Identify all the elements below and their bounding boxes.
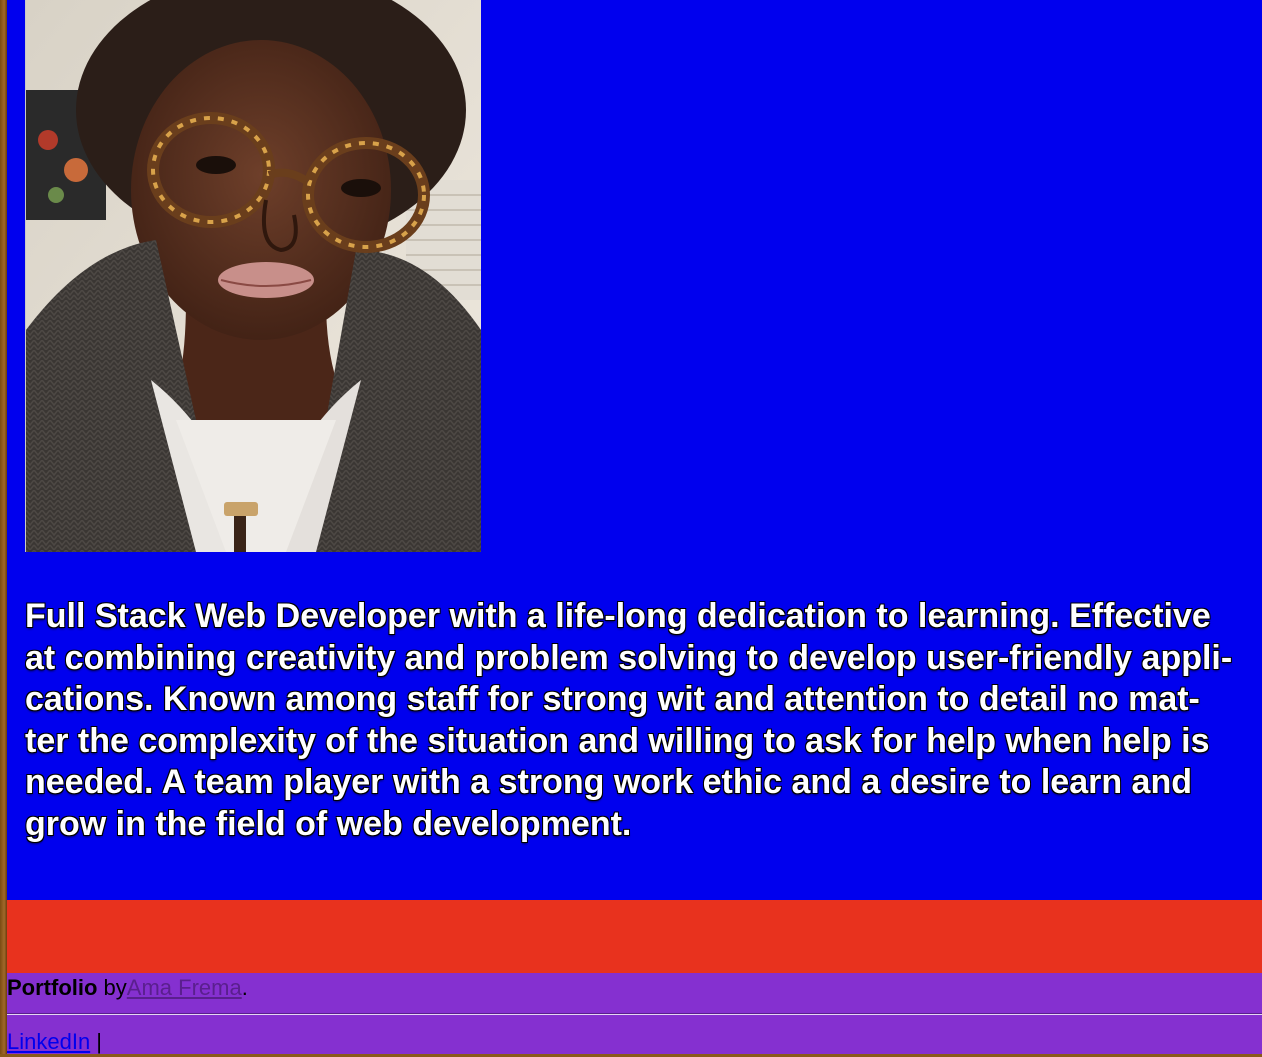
page: Full Stack Web Developer with a life-lon… — [7, 0, 1262, 1054]
footer-brand: Portfolio — [7, 975, 98, 1000]
window-left-edge — [0, 0, 7, 1054]
bio-text: Full Stack Web Developer with a life-lon… — [25, 597, 1233, 843]
red-band — [7, 900, 1262, 973]
profile-photo — [25, 0, 481, 552]
footer-by-text: by — [97, 975, 127, 1000]
footer-links: LinkedIn | — [7, 1027, 102, 1057]
footer-credit: Portfolio byAma Frema. — [7, 973, 248, 1013]
linkedin-link[interactable]: LinkedIn — [7, 1029, 90, 1054]
profile-section: Full Stack Web Developer with a life-lon… — [7, 0, 1262, 900]
link-separator: | — [90, 1029, 103, 1054]
author-link[interactable]: Ama Frema — [127, 975, 242, 1000]
footer: Portfolio byAma Frema. LinkedIn | — [7, 973, 1262, 1054]
footer-period: . — [241, 975, 248, 1000]
footer-divider — [7, 1013, 1262, 1015]
